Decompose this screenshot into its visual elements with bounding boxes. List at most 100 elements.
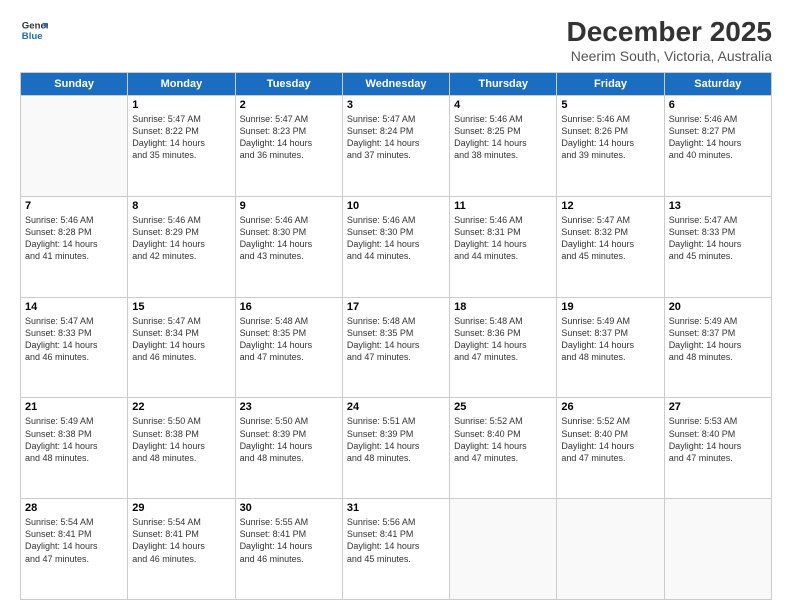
day-number: 26 xyxy=(561,401,659,413)
day-info: Sunrise: 5:47 AMSunset: 8:34 PMDaylight:… xyxy=(132,315,230,364)
day-info: Sunrise: 5:47 AMSunset: 8:23 PMDaylight:… xyxy=(240,113,338,162)
day-info: Sunrise: 5:47 AMSunset: 8:32 PMDaylight:… xyxy=(561,214,659,263)
day-info: Sunrise: 5:47 AMSunset: 8:22 PMDaylight:… xyxy=(132,113,230,162)
calendar-cell: 18 Sunrise: 5:48 AMSunset: 8:36 PMDayligh… xyxy=(450,297,557,398)
day-number: 22 xyxy=(132,401,230,413)
day-info: Sunrise: 5:56 AMSunset: 8:41 PMDaylight:… xyxy=(347,516,445,565)
calendar-header-friday: Friday xyxy=(557,73,664,96)
calendar-cell: 27Sunrise: 5:53 AMSunset: 8:40 PMDayligh… xyxy=(664,398,771,499)
day-info: Sunrise: 5:46 AMSunset: 8:25 PMDaylight:… xyxy=(454,113,552,162)
calendar-cell: 29 Sunrise: 5:54 AMSunset: 8:41 PMDayligh… xyxy=(128,499,235,600)
calendar-cell: 31Sunrise: 5:56 AMSunset: 8:41 PMDayligh… xyxy=(342,499,449,600)
day-number: 2 xyxy=(240,99,338,111)
calendar-cell: 21Sunrise: 5:49 AMSunset: 8:38 PMDayligh… xyxy=(21,398,128,499)
day-number: 9 xyxy=(240,200,338,212)
day-number: 19 xyxy=(561,301,659,313)
header: General Blue December 2025 Neerim South,… xyxy=(20,16,772,64)
day-info: Sunrise: 5:54 AMSunset: 8:41 PMDaylight:… xyxy=(25,516,123,565)
calendar-cell: 7Sunrise: 5:46 AMSunset: 8:28 PMDaylight… xyxy=(21,196,128,297)
day-number: 21 xyxy=(25,401,123,413)
day-info: Sunrise: 5:50 AMSunset: 8:38 PMDaylight:… xyxy=(132,415,230,464)
calendar-cell: 16 Sunrise: 5:48 AMSunset: 8:35 PMDayligh… xyxy=(235,297,342,398)
day-info: Sunrise: 5:49 AMSunset: 8:37 PMDaylight:… xyxy=(561,315,659,364)
calendar-cell: 22 Sunrise: 5:50 AMSunset: 8:38 PMDayligh… xyxy=(128,398,235,499)
calendar-header-wednesday: Wednesday xyxy=(342,73,449,96)
title-block: December 2025 Neerim South, Victoria, Au… xyxy=(567,16,772,64)
day-info: Sunrise: 5:47 AMSunset: 8:24 PMDaylight:… xyxy=(347,113,445,162)
day-info: Sunrise: 5:55 AMSunset: 8:41 PMDaylight:… xyxy=(240,516,338,565)
calendar-cell: 11Sunrise: 5:46 AMSunset: 8:31 PMDayligh… xyxy=(450,196,557,297)
calendar-table: SundayMondayTuesdayWednesdayThursdayFrid… xyxy=(20,72,772,600)
calendar-cell: 4 Sunrise: 5:46 AMSunset: 8:25 PMDaylight… xyxy=(450,96,557,197)
calendar-cell: 20Sunrise: 5:49 AMSunset: 8:37 PMDayligh… xyxy=(664,297,771,398)
calendar-cell xyxy=(664,499,771,600)
day-number: 27 xyxy=(669,401,767,413)
calendar-cell: 14 Sunrise: 5:47 AMSunset: 8:33 PMDayligh… xyxy=(21,297,128,398)
day-number: 12 xyxy=(561,200,659,212)
day-number: 6 xyxy=(669,99,767,111)
calendar-week-4: 21Sunrise: 5:49 AMSunset: 8:38 PMDayligh… xyxy=(21,398,772,499)
calendar-cell: 2 Sunrise: 5:47 AMSunset: 8:23 PMDaylight… xyxy=(235,96,342,197)
main-title: December 2025 xyxy=(567,16,772,48)
day-number: 4 xyxy=(454,99,552,111)
calendar-header-saturday: Saturday xyxy=(664,73,771,96)
day-number: 20 xyxy=(669,301,767,313)
day-number: 17 xyxy=(347,301,445,313)
calendar-cell: 19 Sunrise: 5:49 AMSunset: 8:37 PMDayligh… xyxy=(557,297,664,398)
calendar-cell xyxy=(450,499,557,600)
calendar-header-thursday: Thursday xyxy=(450,73,557,96)
calendar-cell: 9 Sunrise: 5:46 AMSunset: 8:30 PMDaylight… xyxy=(235,196,342,297)
calendar-cell: 15 Sunrise: 5:47 AMSunset: 8:34 PMDayligh… xyxy=(128,297,235,398)
day-info: Sunrise: 5:52 AMSunset: 8:40 PMDaylight:… xyxy=(561,415,659,464)
day-number: 28 xyxy=(25,502,123,514)
calendar-header-monday: Monday xyxy=(128,73,235,96)
calendar-week-3: 14 Sunrise: 5:47 AMSunset: 8:33 PMDayligh… xyxy=(21,297,772,398)
day-number: 24 xyxy=(347,401,445,413)
day-info: Sunrise: 5:46 AMSunset: 8:27 PMDaylight:… xyxy=(669,113,767,162)
svg-text:General: General xyxy=(22,20,48,31)
day-number: 10 xyxy=(347,200,445,212)
calendar-cell: 6 Sunrise: 5:46 AMSunset: 8:27 PMDaylight… xyxy=(664,96,771,197)
calendar-cell: 5 Sunrise: 5:46 AMSunset: 8:26 PMDaylight… xyxy=(557,96,664,197)
calendar-cell: 26 Sunrise: 5:52 AMSunset: 8:40 PMDayligh… xyxy=(557,398,664,499)
day-info: Sunrise: 5:50 AMSunset: 8:39 PMDaylight:… xyxy=(240,415,338,464)
subtitle: Neerim South, Victoria, Australia xyxy=(567,48,772,64)
calendar-cell: 12 Sunrise: 5:47 AMSunset: 8:32 PMDayligh… xyxy=(557,196,664,297)
day-info: Sunrise: 5:47 AMSunset: 8:33 PMDaylight:… xyxy=(25,315,123,364)
day-info: Sunrise: 5:47 AMSunset: 8:33 PMDaylight:… xyxy=(669,214,767,263)
day-number: 8 xyxy=(132,200,230,212)
calendar-cell: 23 Sunrise: 5:50 AMSunset: 8:39 PMDayligh… xyxy=(235,398,342,499)
day-number: 30 xyxy=(240,502,338,514)
calendar-cell: 10Sunrise: 5:46 AMSunset: 8:30 PMDayligh… xyxy=(342,196,449,297)
calendar-header-sunday: Sunday xyxy=(21,73,128,96)
calendar-cell: 13Sunrise: 5:47 AMSunset: 8:33 PMDayligh… xyxy=(664,196,771,297)
day-info: Sunrise: 5:48 AMSunset: 8:36 PMDaylight:… xyxy=(454,315,552,364)
day-number: 15 xyxy=(132,301,230,313)
day-number: 14 xyxy=(25,301,123,313)
day-number: 11 xyxy=(454,200,552,212)
calendar-week-5: 28 Sunrise: 5:54 AMSunset: 8:41 PMDayligh… xyxy=(21,499,772,600)
calendar-cell: 3 Sunrise: 5:47 AMSunset: 8:24 PMDaylight… xyxy=(342,96,449,197)
day-number: 18 xyxy=(454,301,552,313)
day-number: 16 xyxy=(240,301,338,313)
day-number: 1 xyxy=(132,99,230,111)
day-info: Sunrise: 5:51 AMSunset: 8:39 PMDaylight:… xyxy=(347,415,445,464)
calendar-week-2: 7Sunrise: 5:46 AMSunset: 8:28 PMDaylight… xyxy=(21,196,772,297)
day-info: Sunrise: 5:46 AMSunset: 8:30 PMDaylight:… xyxy=(240,214,338,263)
day-info: Sunrise: 5:46 AMSunset: 8:26 PMDaylight:… xyxy=(561,113,659,162)
day-number: 23 xyxy=(240,401,338,413)
day-info: Sunrise: 5:54 AMSunset: 8:41 PMDaylight:… xyxy=(132,516,230,565)
day-number: 29 xyxy=(132,502,230,514)
calendar-cell: 28 Sunrise: 5:54 AMSunset: 8:41 PMDayligh… xyxy=(21,499,128,600)
day-number: 3 xyxy=(347,99,445,111)
day-number: 7 xyxy=(25,200,123,212)
calendar-cell: 1 Sunrise: 5:47 AMSunset: 8:22 PMDaylight… xyxy=(128,96,235,197)
day-number: 5 xyxy=(561,99,659,111)
day-info: Sunrise: 5:48 AMSunset: 8:35 PMDaylight:… xyxy=(347,315,445,364)
day-info: Sunrise: 5:52 AMSunset: 8:40 PMDaylight:… xyxy=(454,415,552,464)
day-number: 25 xyxy=(454,401,552,413)
calendar-header-tuesday: Tuesday xyxy=(235,73,342,96)
calendar-cell: 24 Sunrise: 5:51 AMSunset: 8:39 PMDayligh… xyxy=(342,398,449,499)
day-info: Sunrise: 5:48 AMSunset: 8:35 PMDaylight:… xyxy=(240,315,338,364)
calendar-header-row: SundayMondayTuesdayWednesdayThursdayFrid… xyxy=(21,73,772,96)
